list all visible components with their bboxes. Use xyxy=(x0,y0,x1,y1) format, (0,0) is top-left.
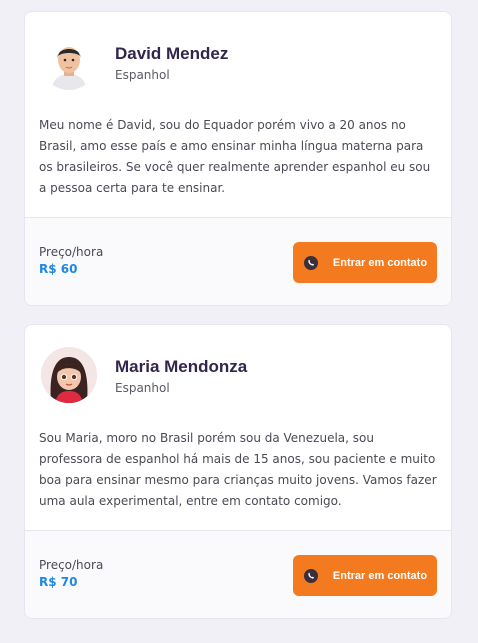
whatsapp-icon xyxy=(303,568,319,584)
avatar xyxy=(41,34,97,90)
price-label: Preço/hora xyxy=(39,245,104,259)
teacher-subject: Espanhol xyxy=(115,381,170,395)
teacher-card: David Mendez Espanhol Meu nome é David, … xyxy=(24,11,452,306)
price-value: R$ 60 xyxy=(39,262,78,276)
teacher-header: David Mendez Espanhol xyxy=(25,12,451,120)
price-value: R$ 70 xyxy=(39,575,78,589)
teacher-bio: Meu nome é David, sou do Equador porém v… xyxy=(39,118,431,195)
contact-button-label: Entrar em contato xyxy=(332,256,428,269)
teacher-name: David Mendez xyxy=(115,44,229,63)
whatsapp-icon xyxy=(303,255,319,271)
contact-button[interactable]: Entrar em contato xyxy=(293,555,437,596)
avatar xyxy=(41,347,97,403)
teacher-bio: Sou Maria, moro no Brasil porém sou da V… xyxy=(39,431,437,508)
contact-button[interactable]: Entrar em contato xyxy=(293,242,437,283)
card-footer: Preço/hora R$ 60 Entrar em contato xyxy=(25,217,451,305)
price-label: Preço/hora xyxy=(39,558,104,572)
contact-button-label: Entrar em contato xyxy=(332,569,428,582)
teacher-card: Maria Mendonza Espanhol Sou Maria, moro … xyxy=(24,324,452,619)
card-footer: Preço/hora R$ 70 Entrar em contato xyxy=(25,530,451,618)
teacher-subject: Espanhol xyxy=(115,68,170,82)
teacher-header: Maria Mendonza Espanhol xyxy=(25,325,451,433)
teacher-name: Maria Mendonza xyxy=(115,357,248,376)
